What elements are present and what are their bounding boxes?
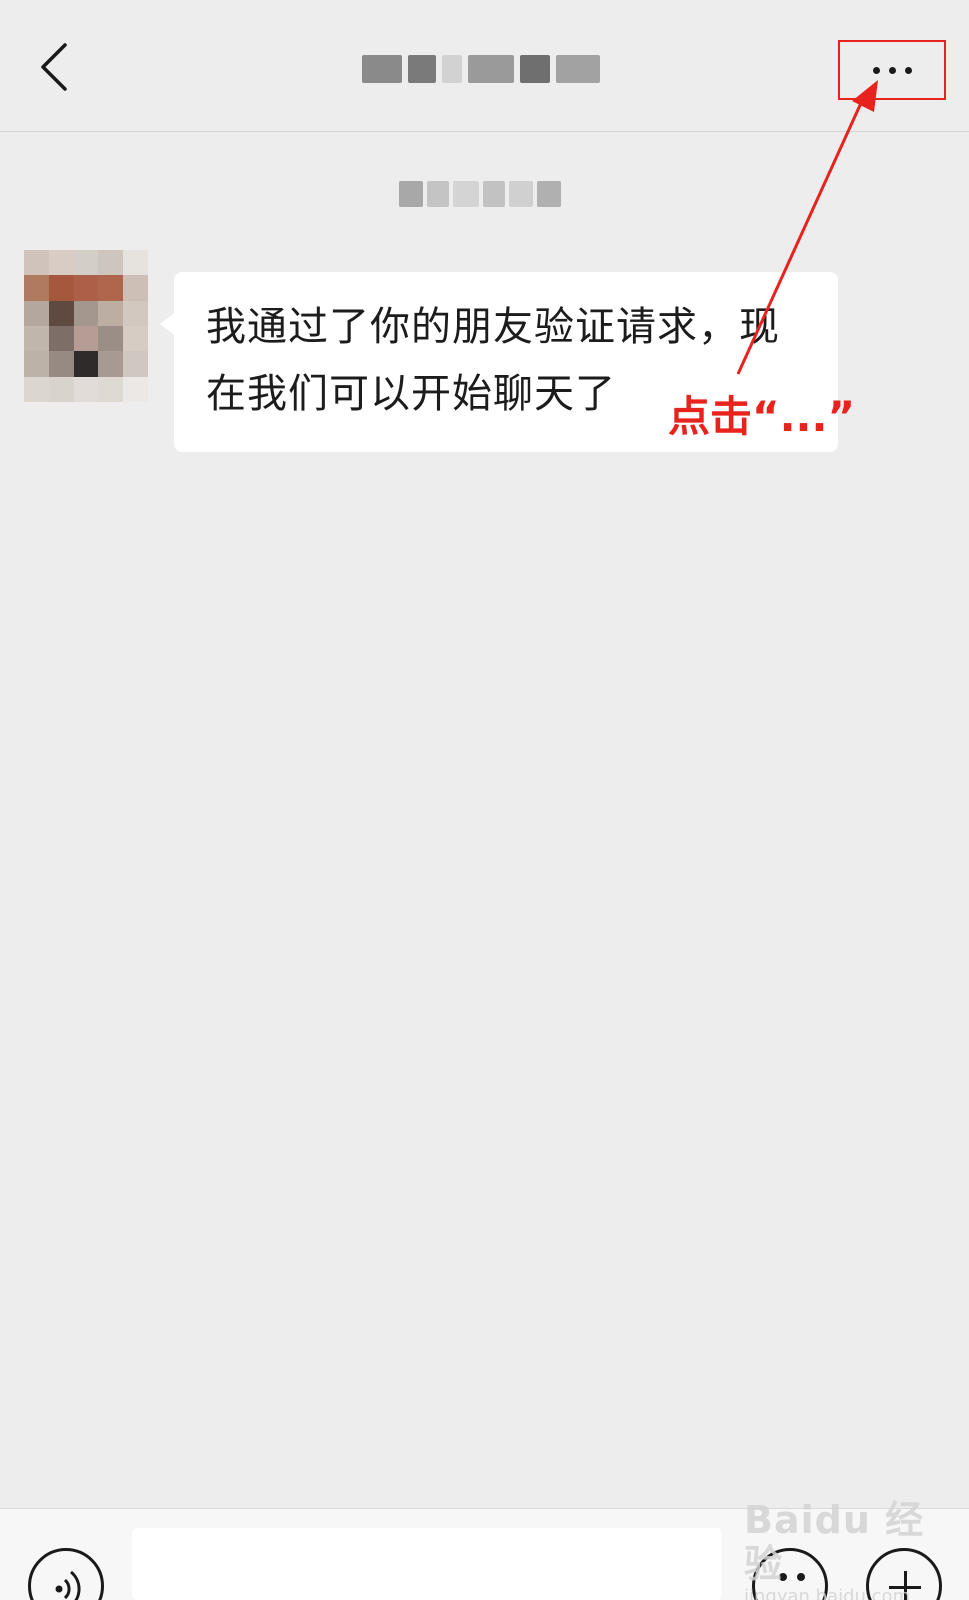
baidu-jingyan-watermark: Baidu 经验 jingyan.baidu.com [744,1498,925,1600]
contact-avatar[interactable] [24,250,148,402]
message-input[interactable] [132,1528,722,1600]
more-options-button[interactable] [838,40,946,100]
message-timestamp-blurred [380,166,580,222]
voice-icon [55,1570,81,1600]
chat-title-blurred [352,44,614,94]
chat-header [0,0,969,132]
message-text-line-1: 我通过了你的朋友验证请求，现 [206,304,780,350]
chevron-left-icon [41,43,67,91]
more-dots-icon [872,66,880,74]
annotation-arrow [736,80,878,375]
back-button[interactable] [30,38,78,96]
annotation-label: 点击“...” [668,392,856,441]
